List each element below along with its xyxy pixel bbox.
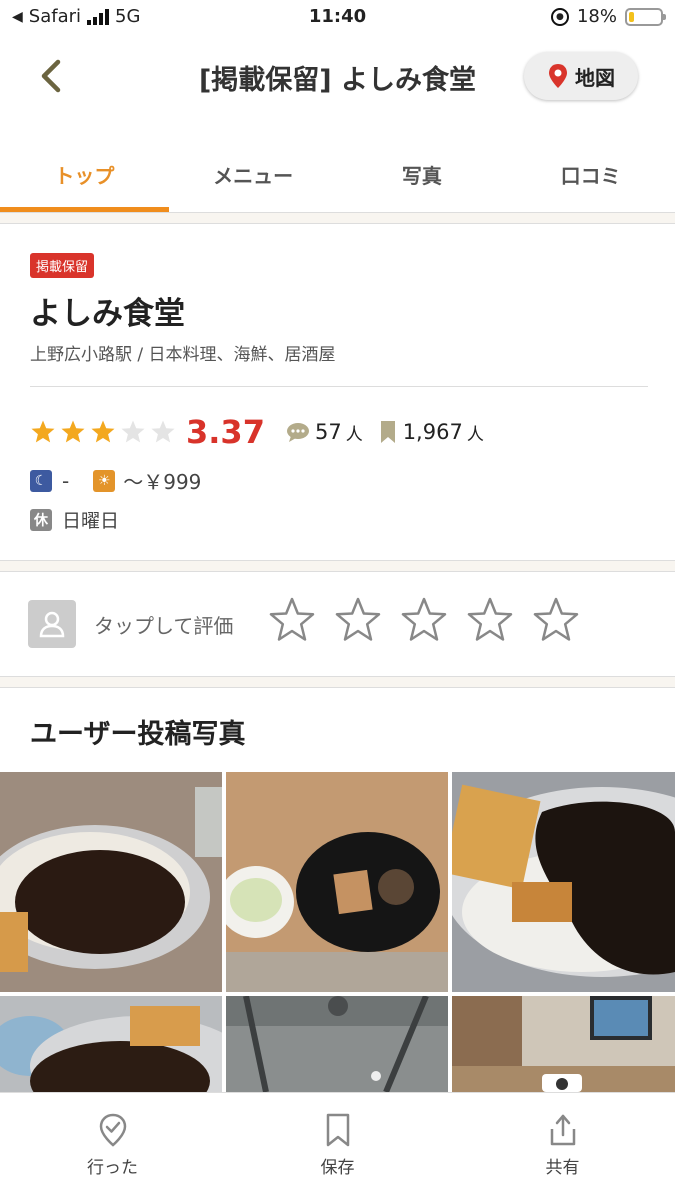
holiday-text: 日曜日 <box>62 510 120 532</box>
share-icon <box>550 1114 575 1146</box>
lunch-price: ～￥999 <box>123 470 202 494</box>
save-count[interactable]: 1,967 人 <box>379 420 484 445</box>
rating-score: 3.37 <box>186 413 265 451</box>
visited-label: 行った <box>87 1158 138 1178</box>
rate-star-1-icon[interactable] <box>268 596 316 644</box>
moon-icon: ☾ <box>30 469 52 492</box>
rate-star-2-icon[interactable] <box>334 596 382 644</box>
rotation-lock-icon: ● <box>550 7 569 26</box>
divider <box>0 676 675 688</box>
star-filled-icon <box>91 420 115 443</box>
restaurant-name: よしみ食堂 <box>30 296 185 332</box>
divider <box>30 386 648 387</box>
user-photo[interactable] <box>0 772 222 992</box>
review-count[interactable]: 57 人 <box>285 420 363 445</box>
speech-bubble-icon <box>286 423 309 442</box>
star-filled-icon <box>31 420 55 443</box>
restaurant-genre: 上野広小路駅 / 日本料理、海鮮、居酒屋 <box>30 345 336 365</box>
user-photo[interactable] <box>452 996 675 1092</box>
user-photo[interactable] <box>226 996 448 1092</box>
battery-percent: 18% <box>576 6 617 27</box>
tab-menu[interactable]: メニュー <box>169 140 338 212</box>
map-pin-icon <box>549 64 567 88</box>
user-photo[interactable] <box>452 772 675 992</box>
status-badge: 掲載保留 <box>30 253 95 278</box>
star-empty-icon <box>151 420 175 443</box>
map-button-label: 地図 <box>575 65 615 90</box>
divider <box>0 560 675 572</box>
save-button[interactable]: 保存 <box>225 1093 450 1201</box>
bottom-action-bar: 行った 保存 共有 <box>0 1092 675 1201</box>
rating-row: 3.37 57 人 1,967 人 <box>30 412 500 452</box>
status-bar: ◀ Safari 5G 11:40 ● 18% <box>0 0 675 38</box>
user-photo[interactable] <box>0 996 222 1092</box>
tab-bar: トップ メニュー 写真 口コミ <box>0 140 675 212</box>
photos-section-title: ユーザー投稿写真 <box>30 719 246 750</box>
rate-stars <box>268 596 580 644</box>
share-label: 共有 <box>545 1158 580 1178</box>
tab-photos[interactable]: 写真 <box>338 140 507 212</box>
visited-button[interactable]: 行った <box>0 1093 225 1201</box>
tab-top[interactable]: トップ <box>0 140 169 212</box>
price-row: ☾ - ☀ ～￥999 <box>30 466 201 495</box>
tap-to-rate-label: タップして評価 <box>94 614 234 638</box>
holiday-row: 休 日曜日 <box>30 506 119 533</box>
divider <box>0 212 675 224</box>
bookmark-outline-icon <box>326 1113 349 1147</box>
save-label: 保存 <box>320 1158 355 1178</box>
battery-icon <box>625 7 666 26</box>
bookmark-icon <box>380 421 395 443</box>
map-button[interactable]: 地図 <box>524 52 638 100</box>
rate-star-4-icon[interactable] <box>466 596 514 644</box>
sun-icon: ☀ <box>93 469 116 492</box>
rate-star-5-icon[interactable] <box>532 596 580 644</box>
star-filled-icon <box>61 420 85 443</box>
share-button[interactable]: 共有 <box>450 1093 675 1201</box>
location-check-icon <box>99 1113 126 1147</box>
user-photo[interactable] <box>226 772 448 992</box>
tab-reviews[interactable]: 口コミ <box>506 140 675 212</box>
user-icon <box>39 611 65 638</box>
star-empty-icon <box>121 420 145 443</box>
holiday-icon: 休 <box>30 508 52 531</box>
rate-star-3-icon[interactable] <box>400 596 448 644</box>
rating-stars <box>30 419 180 445</box>
dinner-price: - <box>62 468 70 493</box>
avatar <box>28 600 76 648</box>
